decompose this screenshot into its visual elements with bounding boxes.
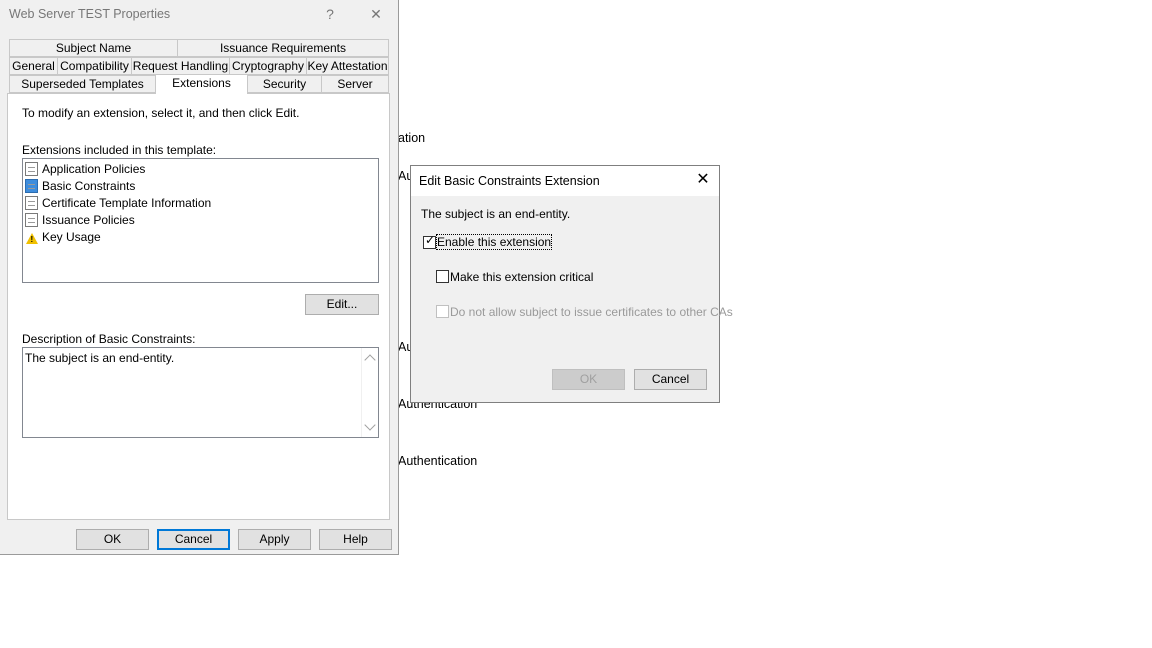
- help-button[interactable]: Help: [319, 529, 392, 550]
- cancel-button[interactable]: Cancel: [157, 529, 230, 550]
- document-icon: [25, 162, 38, 176]
- extensions-list[interactable]: Application Policies Basic Constraints C…: [22, 158, 379, 283]
- list-item[interactable]: ! Key Usage: [25, 229, 101, 245]
- tab-key-attestation[interactable]: Key Attestation: [306, 57, 389, 75]
- list-item[interactable]: Certificate Template Information: [25, 195, 211, 211]
- background-text-fragment: ation: [398, 131, 426, 145]
- properties-window: Web Server TEST Properties ? ✕ Subject N…: [0, 0, 399, 555]
- list-item[interactable]: Basic Constraints: [25, 178, 135, 194]
- edit-button[interactable]: Edit...: [305, 294, 379, 315]
- list-item-label: Certificate Template Information: [42, 196, 212, 210]
- description-text: The subject is an end-entity.: [25, 351, 175, 365]
- tab-server[interactable]: Server: [321, 75, 389, 93]
- ok-button[interactable]: OK: [76, 529, 149, 550]
- tab-general[interactable]: General: [9, 57, 58, 75]
- tab-request-handling[interactable]: Request Handling: [131, 57, 230, 75]
- critical-label[interactable]: Make this extension critical: [450, 270, 593, 284]
- tab-subject-name[interactable]: Subject Name: [9, 39, 178, 57]
- apply-button[interactable]: Apply: [238, 529, 311, 550]
- close-icon[interactable]: ✕: [695, 171, 711, 189]
- window-title: Web Server TEST Properties: [9, 7, 171, 21]
- description-scrollbar[interactable]: [361, 348, 378, 437]
- no-ca-checkbox[interactable]: [436, 305, 449, 318]
- dialog-title: Edit Basic Constraints Extension: [419, 174, 600, 188]
- checkmark-icon: ✓: [425, 233, 436, 247]
- tab-extensions[interactable]: Extensions: [155, 74, 248, 94]
- tab-cryptography[interactable]: Cryptography: [229, 57, 307, 75]
- subject-text: The subject is an end-entity.: [421, 207, 571, 221]
- extensions-panel: To modify an extension, select it, and t…: [7, 93, 390, 520]
- document-icon: [25, 213, 38, 227]
- description-label: Description of Basic Constraints:: [22, 332, 196, 346]
- description-textbox[interactable]: The subject is an end-entity.: [22, 347, 379, 438]
- scroll-up-icon[interactable]: [364, 354, 376, 366]
- tab-superseded-templates[interactable]: Superseded Templates: [9, 75, 156, 93]
- dialog-titlebar: Edit Basic Constraints Extension ✕: [411, 166, 719, 196]
- tab-issuance-requirements[interactable]: Issuance Requirements: [177, 39, 389, 57]
- list-item-label: Issuance Policies: [42, 213, 135, 227]
- edit-basic-constraints-dialog: Edit Basic Constraints Extension ✕ The s…: [410, 165, 733, 403]
- background-text-fragment: Authentication: [398, 454, 478, 468]
- extensions-list-label: Extensions included in this template:: [22, 143, 217, 157]
- scroll-down-icon[interactable]: [364, 419, 376, 431]
- no-ca-label: Do not allow subject to issue certificat…: [450, 305, 733, 319]
- list-item-label: Application Policies: [42, 162, 146, 176]
- dialog-cancel-button[interactable]: Cancel: [634, 369, 707, 390]
- list-item[interactable]: Application Policies: [25, 161, 145, 177]
- enable-extension-checkbox[interactable]: ✓: [423, 233, 436, 249]
- instruction-text: To modify an extension, select it, and t…: [22, 106, 300, 120]
- critical-checkbox[interactable]: [436, 270, 449, 283]
- help-title-button[interactable]: ?: [318, 4, 342, 24]
- warning-icon: !: [25, 230, 38, 244]
- tab-security[interactable]: Security: [247, 75, 322, 93]
- document-icon: [25, 196, 38, 210]
- list-item-label: Basic Constraints: [42, 179, 136, 193]
- list-item[interactable]: Issuance Policies: [25, 212, 135, 228]
- close-icon[interactable]: ✕: [364, 4, 388, 24]
- enable-extension-label[interactable]: Enable this extension: [435, 234, 553, 250]
- tab-compatibility[interactable]: Compatibility: [57, 57, 132, 75]
- document-selected-icon: [25, 179, 38, 193]
- list-item-label: Key Usage: [42, 230, 101, 244]
- dialog-ok-button[interactable]: OK: [552, 369, 625, 390]
